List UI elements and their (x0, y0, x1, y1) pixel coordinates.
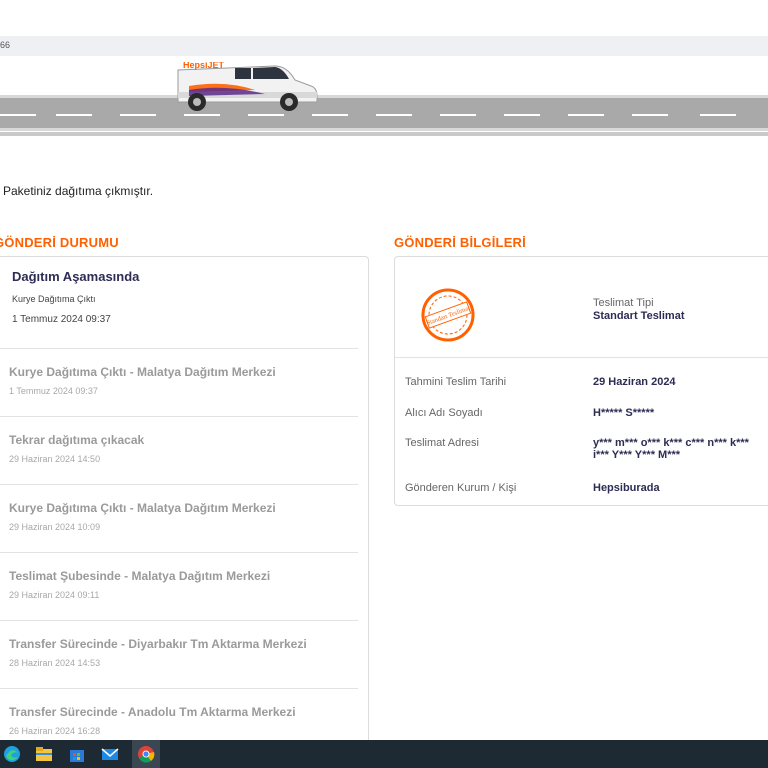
history-title: Teslimat Şubesinde - Malatya Dağıtım Mer… (9, 569, 271, 583)
file-explorer-icon[interactable] (34, 744, 54, 764)
info-value-address: y*** m*** o*** k*** c*** n*** k*** i*** … (593, 437, 749, 461)
history-datetime: 26 Haziran 2024 16:28 (9, 726, 101, 736)
info-value-estimated-date: 29 Haziran 2024 (593, 376, 676, 388)
divider (395, 357, 768, 358)
standard-delivery-stamp-icon: Standart Teslimat (421, 288, 475, 342)
shipment-status-title: GÖNDERİ DURUMU (0, 235, 119, 250)
info-label-estimated-date: Tahmini Teslim Tarihi (405, 376, 507, 388)
shipment-info-title: GÖNDERİ BİLGİLERİ (394, 235, 526, 250)
current-stage: Dağıtım Aşamasında (12, 269, 140, 284)
address-text: 66 (0, 40, 11, 50)
shipment-info-card: Standart Teslimat Teslimat Tipi Standart… (394, 256, 768, 506)
info-value-recipient: H***** S***** (593, 407, 655, 419)
history-item: Kurye Dağıtıma Çıktı - Malatya Dağıtım M… (0, 348, 358, 416)
status-message: Paketiniz dağıtıma çıkmıştır. (3, 184, 154, 198)
info-label-sender: Gönderen Kurum / Kişi (405, 482, 517, 494)
current-status: Dağıtım Aşamasında Kurye Dağıtıma Çıktı … (12, 269, 139, 325)
history-title: Tekrar dağıtıma çıkacak (9, 433, 145, 447)
shipment-status-card: Dağıtım Aşamasında Kurye Dağıtıma Çıktı … (0, 256, 369, 756)
history-item: Teslimat Şubesinde - Malatya Dağıtım Mer… (0, 552, 358, 620)
history-datetime: 29 Haziran 2024 09:11 (9, 590, 100, 600)
history-datetime: 28 Haziran 2024 14:53 (9, 658, 101, 668)
current-datetime: 1 Temmuz 2024 09:37 (12, 314, 111, 325)
mail-icon[interactable] (100, 744, 120, 764)
history-item: Tekrar dağıtıma çıkacak 29 Haziran 2024 … (0, 416, 358, 484)
edge-icon[interactable] (2, 744, 22, 764)
history-title: Kurye Dağıtıma Çıktı - Malatya Dağıtım M… (9, 365, 276, 379)
history-title: Transfer Sürecinde - Diyarbakır Tm Aktar… (9, 637, 307, 651)
history-datetime: 29 Haziran 2024 10:09 (9, 522, 101, 532)
delivery-type-label: Teslimat Tipi (593, 297, 654, 309)
history-title: Transfer Sürecinde - Anadolu Tm Aktarma … (9, 705, 296, 719)
info-label-recipient: Alıcı Adı Soyadı (405, 407, 483, 419)
info-label-address: Teslimat Adresi (405, 437, 479, 449)
chrome-icon[interactable] (136, 744, 156, 764)
delivery-type-value: Standart Teslimat (593, 310, 685, 322)
info-value-sender: Hepsiburada (593, 482, 660, 494)
tracking-page: 66 HepsiJET Paketiniz dağıtıma çıkmıştır… (0, 0, 768, 768)
history-datetime: 1 Temmuz 2024 09:37 (9, 386, 98, 396)
history-title: Kurye Dağıtıma Çıktı - Malatya Dağıtım M… (9, 501, 276, 515)
history-item: Transfer Sürecinde - Diyarbakır Tm Aktar… (0, 620, 358, 688)
store-icon[interactable] (67, 744, 87, 764)
van-logo: HepsiJET (183, 62, 225, 70)
address-bar[interactable]: 66 (0, 36, 768, 56)
road (0, 95, 768, 131)
delivery-animation: HepsiJET (0, 62, 768, 137)
delivery-van-icon: HepsiJET (177, 62, 318, 111)
history-item: Kurye Dağıtıma Çıktı - Malatya Dağıtım M… (0, 484, 358, 552)
history-datetime: 29 Haziran 2024 14:50 (9, 454, 101, 464)
delivery-type: Teslimat Tipi Standart Teslimat (593, 297, 685, 322)
current-detail: Kurye Dağıtıma Çıktı (12, 294, 96, 304)
